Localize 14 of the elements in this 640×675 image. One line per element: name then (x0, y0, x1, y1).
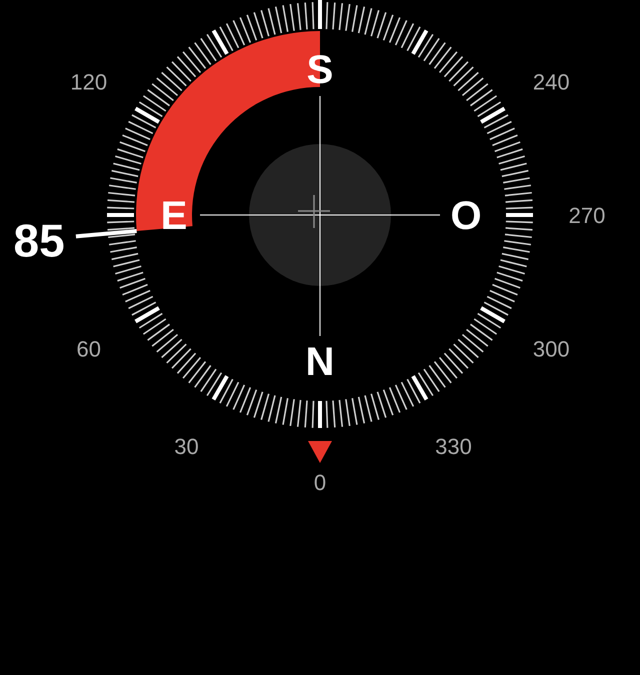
degree-label: 60 (76, 336, 102, 362)
cardinal-label: N (306, 340, 334, 384)
degree-label: 120 (70, 70, 108, 94)
bearing-marker-label: 85 (13, 214, 65, 267)
cardinal-label: O (450, 194, 482, 238)
leader-line (76, 229, 137, 238)
degree-label: 30 (174, 434, 199, 460)
degree-label: 240 (532, 70, 570, 94)
heading-pointer-icon (308, 441, 332, 463)
cardinal-label: E (160, 194, 188, 238)
degree-label: 0 (314, 470, 326, 495)
degree-label: 300 (532, 336, 570, 362)
degree-label: 270 (568, 203, 606, 228)
degree-label: 330 (435, 434, 472, 460)
